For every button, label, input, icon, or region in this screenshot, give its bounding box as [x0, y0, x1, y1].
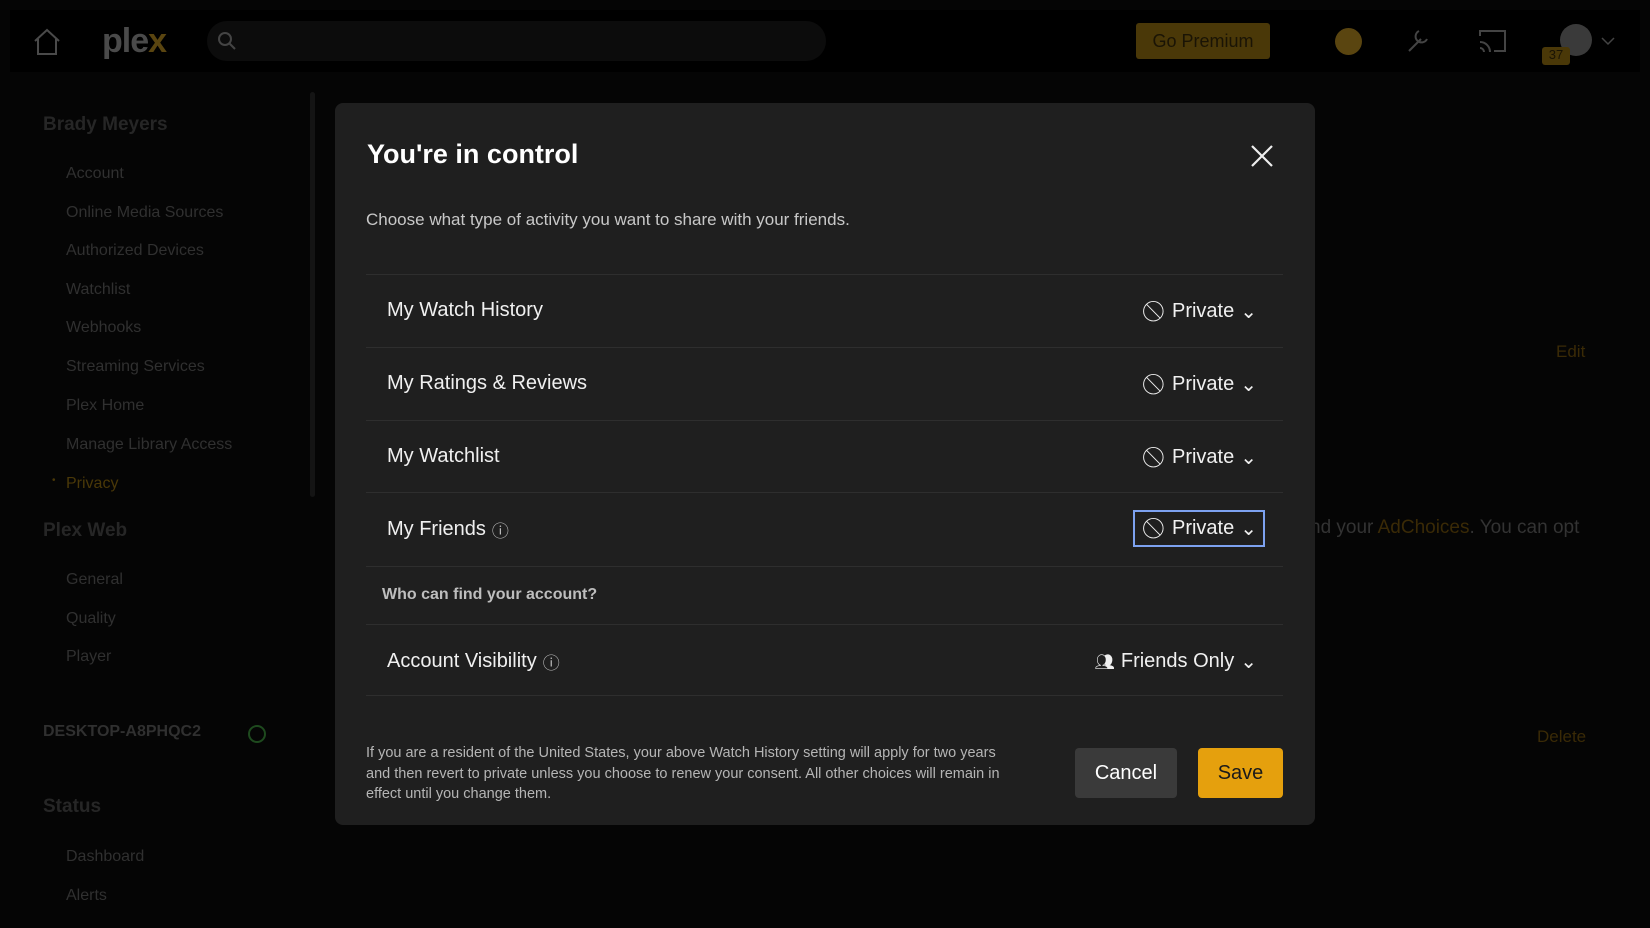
sidebar-item-privacy[interactable]: Privacy — [66, 475, 118, 493]
row-label: My Watchlist — [387, 445, 500, 468]
bg-text-post: . You can opt — [1470, 517, 1580, 538]
dropdown-value: Private — [1172, 373, 1234, 396]
chevron-down-icon: ⌄ — [1240, 516, 1257, 541]
close-icon[interactable] — [1247, 141, 1277, 171]
row-label-text: Account Visibility — [387, 650, 537, 673]
setting-row-friends: My Friends ⓘ 🚫︎ Private ⌄ — [366, 492, 1283, 566]
sidebar-item-plex-home[interactable]: Plex Home — [66, 397, 144, 415]
server-status-icon — [248, 725, 266, 743]
upload-icon[interactable] — [1335, 28, 1362, 55]
modal-subtitle: Choose what type of activity you want to… — [366, 210, 850, 230]
sidebar-item-streaming-services[interactable]: Streaming Services — [66, 358, 205, 376]
save-button[interactable]: Save — [1198, 748, 1283, 798]
cancel-button[interactable]: Cancel — [1075, 748, 1177, 798]
watch-history-dropdown[interactable]: 🚫︎ Private ⌄ — [1135, 295, 1263, 328]
sidebar-item-online-media-sources[interactable]: Online Media Sources — [66, 204, 223, 222]
modal-title: You're in control — [367, 139, 578, 170]
ratings-dropdown[interactable]: 🚫︎ Private ⌄ — [1135, 368, 1263, 401]
row-label-text: My Friends — [387, 518, 486, 541]
dropdown-value: Private — [1172, 446, 1234, 469]
adchoices-link[interactable]: AdChoices — [1378, 517, 1470, 538]
background-text: nd your AdChoices. You can opt — [1310, 517, 1579, 539]
sidebar-item-webhooks[interactable]: Webhooks — [66, 319, 141, 337]
info-icon[interactable]: ⓘ — [492, 517, 509, 542]
search-input[interactable] — [207, 21, 826, 61]
row-label: My Watch History — [387, 299, 543, 322]
section-header-row: Who can find your account? — [366, 566, 1283, 624]
server-selector[interactable]: DESKTOP-A8PHQC2 — [43, 723, 201, 741]
dropdown-value: Friends Only — [1121, 650, 1234, 673]
active-dot: • — [52, 475, 56, 486]
chevron-down-icon: ⌄ — [1240, 445, 1257, 470]
chevron-down-icon: ⌄ — [1240, 649, 1257, 674]
wrench-icon[interactable] — [1405, 27, 1433, 55]
notification-badge: 37 — [1542, 47, 1570, 65]
sidebar-item-account[interactable]: Account — [66, 165, 124, 183]
sidebar-item-manage-library-access[interactable]: Manage Library Access — [66, 436, 232, 454]
bg-text-pre: nd your — [1310, 517, 1378, 538]
sidebar-item-dashboard[interactable]: Dashboard — [66, 848, 144, 866]
chevron-down-icon: ⌄ — [1240, 299, 1257, 324]
info-icon[interactable]: ⓘ — [543, 649, 560, 674]
section-heading: Who can find your account? — [382, 586, 597, 604]
watchlist-dropdown[interactable]: 🚫︎ Private ⌄ — [1135, 441, 1263, 474]
private-icon: 🚫︎ — [1141, 516, 1166, 541]
edit-link[interactable]: Edit — [1556, 342, 1585, 362]
search-icon — [217, 31, 237, 51]
logo-text: ple — [102, 22, 148, 60]
private-icon: 🚫︎ — [1141, 445, 1166, 470]
logo-x: x — [148, 22, 166, 60]
sidebar-item-player[interactable]: Player — [66, 648, 111, 666]
setting-row-visibility: Account Visibility ⓘ 👥︎ Friends Only ⌄ — [366, 624, 1283, 696]
sidebar-item-alerts[interactable]: Alerts — [66, 887, 107, 905]
plex-logo[interactable]: plex — [102, 22, 166, 61]
friends-dropdown[interactable]: 🚫︎ Private ⌄ — [1135, 512, 1263, 545]
sidebar-item-authorized-devices[interactable]: Authorized Devices — [66, 242, 204, 260]
setting-row-watch-history: My Watch History 🚫︎ Private ⌄ — [366, 274, 1283, 347]
private-icon: 🚫︎ — [1141, 299, 1166, 324]
sidebar-status-heading: Status — [43, 796, 101, 818]
sidebar-item-general[interactable]: General — [66, 571, 123, 589]
private-icon: 🚫︎ — [1141, 372, 1166, 397]
sidebar-item-watchlist[interactable]: Watchlist — [66, 281, 130, 299]
dropdown-value: Private — [1172, 517, 1234, 540]
visibility-dropdown[interactable]: 👥︎ Friends Only ⌄ — [1089, 645, 1263, 678]
row-label: My Ratings & Reviews — [387, 372, 587, 395]
footer-note: If you are a resident of the United Stat… — [366, 743, 1006, 805]
sidebar-user-heading: Brady Meyers — [43, 114, 168, 136]
dropdown-value: Private — [1172, 300, 1234, 323]
sidebar-scrollbar[interactable] — [310, 92, 315, 497]
friends-icon: 👥︎ — [1095, 652, 1115, 672]
row-label: My Friends ⓘ — [387, 517, 509, 542]
go-premium-button[interactable]: Go Premium — [1136, 23, 1270, 59]
row-label: Account Visibility ⓘ — [387, 649, 560, 674]
chevron-down-icon[interactable] — [1601, 36, 1615, 46]
sidebar-web-heading: Plex Web — [43, 520, 127, 542]
setting-row-ratings: My Ratings & Reviews 🚫︎ Private ⌄ — [366, 347, 1283, 420]
cast-icon[interactable] — [1478, 28, 1508, 54]
privacy-modal: You're in control Choose what type of ac… — [335, 103, 1315, 825]
sidebar-item-quality[interactable]: Quality — [66, 610, 116, 628]
home-icon[interactable] — [32, 28, 62, 56]
chevron-down-icon: ⌄ — [1240, 372, 1257, 397]
setting-row-watchlist: My Watchlist 🚫︎ Private ⌄ — [366, 420, 1283, 492]
delete-link[interactable]: Delete — [1537, 727, 1586, 747]
